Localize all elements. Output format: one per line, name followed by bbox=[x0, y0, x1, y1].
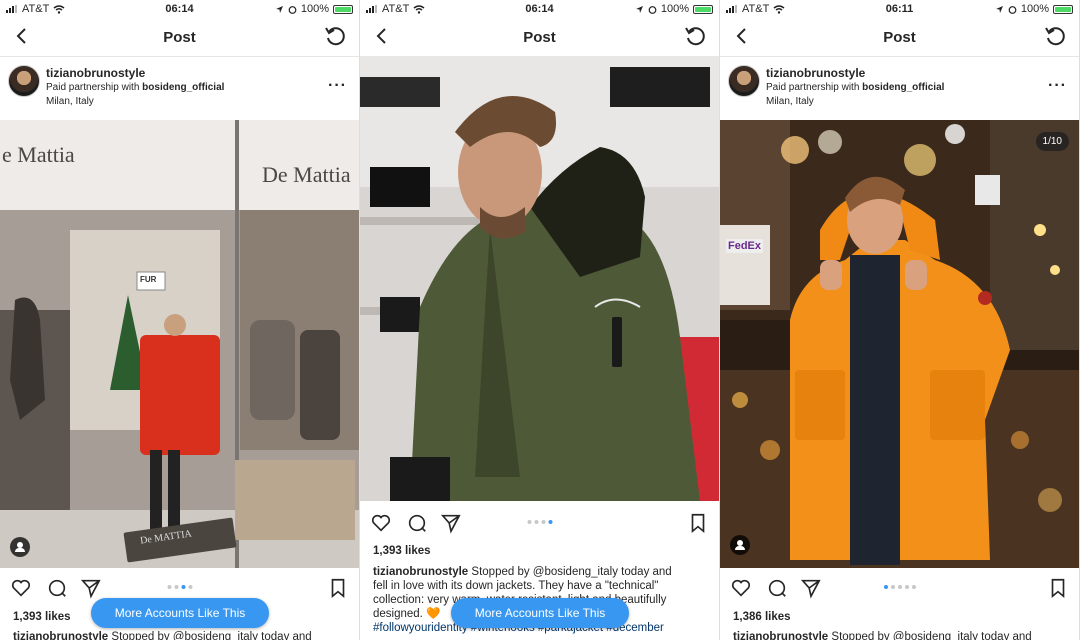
more-accounts-button[interactable]: More Accounts Like This bbox=[451, 598, 629, 628]
fedex-sign: FedEx bbox=[726, 239, 764, 253]
caption-text: Stopped by @bosideng_italy today and bbox=[111, 631, 312, 640]
bookmark-icon[interactable] bbox=[687, 512, 709, 534]
screenshot-collage: AT&T 06:14 100% Post tizianobrunostyle P… bbox=[0, 0, 1080, 640]
comment-icon[interactable] bbox=[46, 577, 68, 599]
carrier-label: AT&T bbox=[382, 3, 410, 15]
night-street-scene bbox=[720, 120, 1079, 568]
post-header: tizianobrunostyle Paid partnership with … bbox=[0, 57, 359, 119]
battery-percent: 100% bbox=[660, 3, 689, 15]
bookmark-icon[interactable] bbox=[327, 577, 349, 599]
caption-line-1: tizianobrunostyle Stopped by @bosideng_i… bbox=[373, 566, 672, 578]
partner-link[interactable]: bosideng_official bbox=[862, 82, 944, 93]
partnership-line: Paid partnership with bosideng_official bbox=[766, 82, 944, 93]
back-arrow-icon[interactable] bbox=[370, 24, 394, 48]
carrier-label: AT&T bbox=[742, 3, 770, 15]
phone-screen-1: AT&T 06:14 100% Post tizianobrunostyle P… bbox=[0, 0, 359, 640]
likes-count[interactable]: 1,393 likes bbox=[373, 545, 431, 557]
carousel-dots bbox=[167, 585, 192, 589]
bookmark-icon[interactable] bbox=[1047, 577, 1069, 599]
tag-people-icon[interactable] bbox=[730, 535, 750, 555]
alarm-icon bbox=[648, 5, 657, 14]
caption: tizianobrunostyle Stopped by @bosideng_i… bbox=[733, 630, 1067, 640]
signal-icon bbox=[726, 5, 737, 13]
tag-people-icon[interactable] bbox=[10, 537, 30, 557]
partner-link[interactable]: bosideng_official bbox=[142, 82, 224, 93]
alarm-icon bbox=[1008, 5, 1017, 14]
refresh-icon[interactable] bbox=[1043, 24, 1067, 48]
refresh-icon[interactable] bbox=[323, 24, 347, 48]
store-sign-left: e Mattia bbox=[2, 142, 75, 167]
alarm-icon bbox=[288, 5, 297, 14]
more-accounts-button[interactable]: More Accounts Like This bbox=[91, 598, 269, 628]
battery-percent: 100% bbox=[300, 3, 329, 15]
partnership-line: Paid partnership with bosideng_official bbox=[46, 82, 224, 93]
page-title: Post bbox=[883, 28, 916, 46]
status-bar: AT&T 06:14 100% bbox=[0, 0, 359, 18]
action-bar bbox=[360, 510, 719, 538]
back-arrow-icon[interactable] bbox=[10, 24, 34, 48]
phone-screen-3: AT&T 06:11 100% Post tizianobrunostyle P… bbox=[720, 0, 1079, 640]
location-icon bbox=[275, 5, 283, 13]
post-photo-store[interactable]: e Mattia De Mattia FUR De MATTIA bbox=[0, 120, 359, 568]
caption-username[interactable]: tizianobrunostyle bbox=[733, 631, 828, 640]
carrier-label: AT&T bbox=[22, 3, 50, 15]
post-photo-orange-jacket[interactable]: FedEx 1/10 bbox=[720, 120, 1079, 568]
battery-icon bbox=[1053, 4, 1073, 14]
comment-icon[interactable] bbox=[406, 512, 428, 534]
avatar[interactable] bbox=[8, 65, 40, 97]
username[interactable]: tizianobrunostyle bbox=[766, 66, 865, 80]
heart-icon[interactable] bbox=[730, 577, 752, 599]
caption-line-2: fell in love with its down jackets. They… bbox=[373, 580, 659, 592]
carousel-dots bbox=[883, 585, 916, 589]
phone-screen-2: AT&T 06:14 100% Post 1,393 likes tiziano… bbox=[360, 0, 719, 640]
battery-percent: 100% bbox=[1020, 3, 1049, 15]
action-bar bbox=[720, 575, 1079, 603]
photo-counter-badge: 1/10 bbox=[1035, 132, 1069, 151]
page-title: Post bbox=[163, 28, 196, 46]
signal-icon bbox=[366, 5, 377, 13]
nav-bar: Post bbox=[720, 18, 1079, 57]
caption-username[interactable]: tizianobrunostyle bbox=[13, 631, 108, 640]
heart-icon[interactable] bbox=[370, 512, 392, 534]
share-icon[interactable] bbox=[80, 577, 102, 599]
wifi-icon bbox=[413, 4, 425, 14]
refresh-icon[interactable] bbox=[683, 24, 707, 48]
more-options-icon[interactable]: ··· bbox=[1048, 77, 1067, 95]
caption-username[interactable]: tizianobrunostyle bbox=[373, 566, 468, 578]
more-options-icon[interactable]: ··· bbox=[328, 77, 347, 95]
location[interactable]: Milan, Italy bbox=[46, 96, 94, 107]
comment-icon[interactable] bbox=[766, 577, 788, 599]
battery-icon bbox=[333, 4, 353, 14]
caption-text: Stopped by @bosideng_italy today and bbox=[831, 631, 1032, 640]
caption: tizianobrunostyle Stopped by @bosideng_i… bbox=[13, 630, 347, 640]
avatar[interactable] bbox=[728, 65, 760, 97]
carousel-dots bbox=[527, 520, 552, 524]
location-icon bbox=[995, 5, 1003, 13]
signal-icon bbox=[6, 5, 17, 13]
store-sign-right: De Mattia bbox=[262, 162, 351, 187]
likes-count[interactable]: 1,386 likes bbox=[733, 611, 791, 623]
heart-icon[interactable] bbox=[10, 577, 32, 599]
back-arrow-icon[interactable] bbox=[730, 24, 754, 48]
wifi-icon bbox=[773, 4, 785, 14]
share-icon[interactable] bbox=[800, 577, 822, 599]
nav-bar: Post bbox=[0, 18, 359, 57]
username[interactable]: tizianobrunostyle bbox=[46, 66, 145, 80]
page-title: Post bbox=[523, 28, 556, 46]
location[interactable]: Milan, Italy bbox=[766, 96, 814, 107]
share-icon[interactable] bbox=[440, 512, 462, 534]
status-bar: AT&T 06:14 100% bbox=[360, 0, 719, 18]
likes-count[interactable]: 1,393 likes bbox=[13, 611, 71, 623]
post-photo-olive-jacket[interactable] bbox=[360, 57, 719, 501]
partnership-prefix: Paid partnership with bbox=[766, 82, 860, 93]
partnership-prefix: Paid partnership with bbox=[46, 82, 140, 93]
status-bar: AT&T 06:11 100% bbox=[720, 0, 1079, 18]
nav-bar: Post bbox=[360, 18, 719, 57]
location-icon bbox=[635, 5, 643, 13]
olive-jacket-scene bbox=[360, 57, 719, 501]
battery-icon bbox=[693, 4, 713, 14]
wifi-icon bbox=[53, 4, 65, 14]
post-header: tizianobrunostyle Paid partnership with … bbox=[720, 57, 1079, 119]
fur-sign: FUR bbox=[140, 275, 157, 284]
